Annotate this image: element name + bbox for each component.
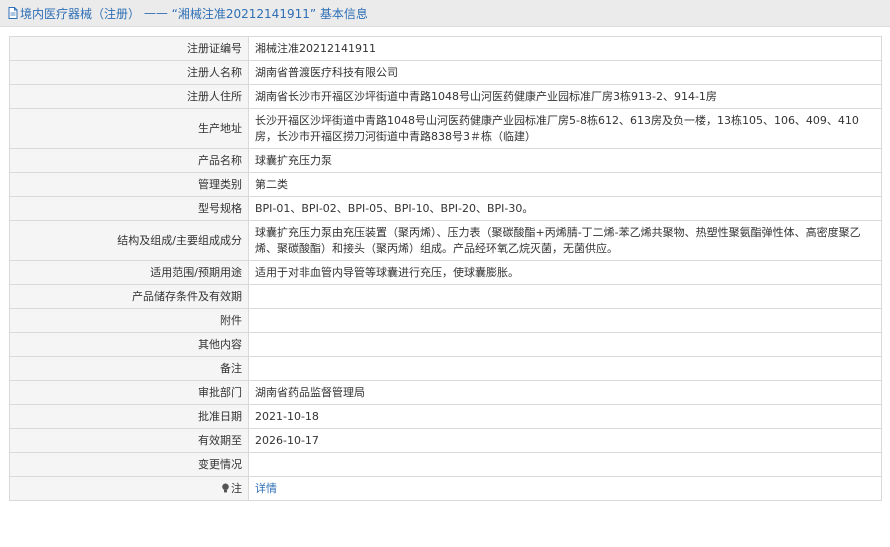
row-label: 产品名称 — [9, 148, 249, 173]
row-label: 审批部门 — [9, 380, 249, 405]
row-label: 管理类别 — [9, 172, 249, 197]
note-label: 注 — [231, 481, 242, 495]
row-label: 生产地址 — [9, 108, 249, 149]
note-row: 注 详情 — [9, 476, 882, 501]
header-title: “湘械注准20212141911” 基本信息 — [171, 6, 368, 21]
row-label: 产品储存条件及有效期 — [9, 284, 249, 309]
note-label-cell: 注 — [9, 476, 249, 501]
row-value: 湘械注准20212141911 — [248, 36, 882, 61]
details-link[interactable]: 详情 — [255, 482, 277, 495]
table-row: 有效期至 2026-10-17 — [9, 428, 882, 453]
row-value — [248, 356, 882, 381]
table-row: 生产地址 长沙开福区沙坪街道中青路1048号山河医药健康产业园标准厂房5-8栋6… — [9, 108, 882, 149]
row-label: 注册证编号 — [9, 36, 249, 61]
table-row: 附件 — [9, 308, 882, 333]
table-row: 其他内容 — [9, 332, 882, 357]
header-category: 境内医疗器械（注册） — [20, 6, 141, 21]
row-value: 2021-10-18 — [248, 404, 882, 429]
page-header: 境内医疗器械（注册） —— “湘械注准20212141911” 基本信息 — [0, 0, 890, 27]
table-row: 变更情况 — [9, 452, 882, 477]
table-row: 批准日期 2021-10-18 — [9, 404, 882, 429]
lightbulb-icon — [222, 483, 229, 492]
row-label: 附件 — [9, 308, 249, 333]
row-value — [248, 284, 882, 309]
row-value: 第二类 — [248, 172, 882, 197]
row-label: 结构及组成/主要组成成分 — [9, 220, 249, 261]
row-label: 型号规格 — [9, 196, 249, 221]
row-value: 湖南省长沙市开福区沙坪街道中青路1048号山河医药健康产业园标准厂房3栋913-… — [248, 84, 882, 109]
row-label: 备注 — [9, 356, 249, 381]
row-label: 有效期至 — [9, 428, 249, 453]
document-icon — [8, 7, 18, 19]
row-value — [248, 452, 882, 477]
row-value: 湖南省药品监督管理局 — [248, 380, 882, 405]
row-label: 其他内容 — [9, 332, 249, 357]
row-value — [248, 308, 882, 333]
header-separator: —— — [140, 6, 172, 20]
table-row: 管理类别 第二类 — [9, 172, 882, 197]
table-row: 注册人住所 湖南省长沙市开福区沙坪街道中青路1048号山河医药健康产业园标准厂房… — [9, 84, 882, 109]
row-value: 球囊扩充压力泵由充压装置（聚丙烯）、压力表（聚碳酸酯+丙烯腈-丁二烯-苯乙烯共聚… — [248, 220, 882, 261]
table-row: 注册人名称 湖南省普渡医疗科技有限公司 — [9, 60, 882, 85]
row-label: 适用范围/预期用途 — [9, 260, 249, 285]
row-value: 球囊扩充压力泵 — [248, 148, 882, 173]
note-value-cell: 详情 — [248, 476, 882, 501]
row-value: 长沙开福区沙坪街道中青路1048号山河医药健康产业园标准厂房5-8栋612、61… — [248, 108, 882, 149]
row-label: 批准日期 — [9, 404, 249, 429]
row-label: 变更情况 — [9, 452, 249, 477]
row-label: 注册人住所 — [9, 84, 249, 109]
table-row: 产品储存条件及有效期 — [9, 284, 882, 309]
table-row: 审批部门 湖南省药品监督管理局 — [9, 380, 882, 405]
info-table: 注册证编号 湘械注准20212141911 注册人名称 湖南省普渡医疗科技有限公… — [9, 36, 882, 501]
table-row: 产品名称 球囊扩充压力泵 — [9, 148, 882, 173]
row-value: 2026-10-17 — [248, 428, 882, 453]
table-row: 注册证编号 湘械注准20212141911 — [9, 36, 882, 61]
table-row: 结构及组成/主要组成成分 球囊扩充压力泵由充压装置（聚丙烯）、压力表（聚碳酸酯+… — [9, 220, 882, 261]
table-row: 适用范围/预期用途 适用于对非血管内导管等球囊进行充压，使球囊膨胀。 — [9, 260, 882, 285]
row-label: 注册人名称 — [9, 60, 249, 85]
row-value: BPI-01、BPI-02、BPI-05、BPI-10、BPI-20、BPI-3… — [248, 196, 882, 221]
row-value — [248, 332, 882, 357]
row-value: 适用于对非血管内导管等球囊进行充压，使球囊膨胀。 — [248, 260, 882, 285]
row-value: 湖南省普渡医疗科技有限公司 — [248, 60, 882, 85]
table-row: 型号规格 BPI-01、BPI-02、BPI-05、BPI-10、BPI-20、… — [9, 196, 882, 221]
table-row: 备注 — [9, 356, 882, 381]
